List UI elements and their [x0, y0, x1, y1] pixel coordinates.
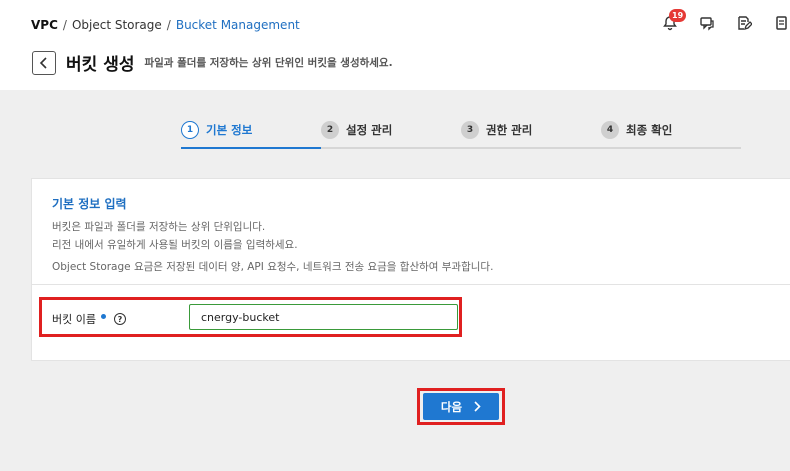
breadcrumb: VPC / Object Storage / Bucket Management	[31, 18, 300, 32]
step-permissions[interactable]: 3 권한 관리	[461, 121, 532, 139]
step-label: 기본 정보	[206, 123, 253, 137]
bell-icon[interactable]: 19	[661, 9, 687, 32]
step-basic-info[interactable]: 1 기본 정보	[181, 121, 252, 139]
step-final-review[interactable]: 4 최종 확인	[601, 121, 672, 139]
back-button[interactable]	[32, 50, 56, 75]
help-icon[interactable]: ?	[113, 313, 126, 325]
breadcrumb-separator: /	[62, 18, 67, 32]
card-header: 기본 정보 입력 버킷은 파일과 폴더를 저장하는 상위 단위입니다. 리전 내…	[32, 179, 790, 285]
card-description-line: 버킷은 파일과 폴더를 저장하는 상위 단위입니다.	[52, 221, 266, 233]
stepper-progress	[181, 147, 321, 149]
step-number: 1	[181, 121, 199, 139]
step-number: 4	[601, 121, 619, 139]
card-title: 기본 정보 입력	[52, 197, 127, 211]
chevron-right-icon	[474, 401, 481, 412]
chat-icon[interactable]	[698, 14, 716, 32]
document-icon[interactable]	[772, 14, 790, 32]
next-button-label: 다음	[440, 399, 463, 414]
step-settings[interactable]: 2 설정 관리	[321, 121, 392, 139]
step-label: 권한 관리	[486, 123, 533, 137]
chevron-left-icon	[39, 56, 47, 69]
bucket-name-label-group: 버킷 이름 ?	[52, 311, 126, 327]
step-label: 설정 관리	[346, 123, 393, 137]
page-title: 버킷 생성	[66, 55, 135, 75]
page-description: 파일과 폴더를 저장하는 상위 단위인 버킷을 생성하세요.	[144, 57, 393, 69]
bucket-name-field: 버킷 이름 ?	[39, 297, 462, 337]
next-button-highlight: 다음	[417, 388, 505, 425]
required-indicator	[100, 313, 106, 319]
card-description-line: Object Storage 요금은 저장된 데이터 양, API 요청수, 네…	[52, 261, 494, 273]
card-description-line: 리전 내에서 유일하게 사용될 버킷의 이름을 입력하세요.	[52, 239, 298, 251]
step-number: 2	[321, 121, 339, 139]
breadcrumb-object-storage[interactable]: Object Storage	[72, 18, 162, 32]
step-label: 최종 확인	[626, 123, 673, 137]
header-toolbar: 19	[642, 9, 790, 32]
bucket-name-label: 버킷 이름	[52, 313, 96, 326]
bucket-name-input[interactable]	[189, 304, 458, 330]
wizard-stepper: 1 기본 정보 2 설정 관리 3 권한 관리 4 최종 확인	[181, 121, 741, 149]
breadcrumb-vpc[interactable]: VPC	[31, 18, 58, 32]
notification-badge: 19	[669, 9, 687, 22]
next-button[interactable]: 다음	[423, 393, 499, 420]
page-header: VPC / Object Storage / Bucket Management…	[0, 0, 790, 90]
breadcrumb-bucket-management[interactable]: Bucket Management	[176, 18, 300, 32]
edit-note-icon[interactable]	[735, 14, 753, 32]
title-row: 버킷 생성 파일과 폴더를 저장하는 상위 단위인 버킷을 생성하세요.	[32, 50, 393, 75]
breadcrumb-separator: /	[166, 18, 171, 32]
step-number: 3	[461, 121, 479, 139]
